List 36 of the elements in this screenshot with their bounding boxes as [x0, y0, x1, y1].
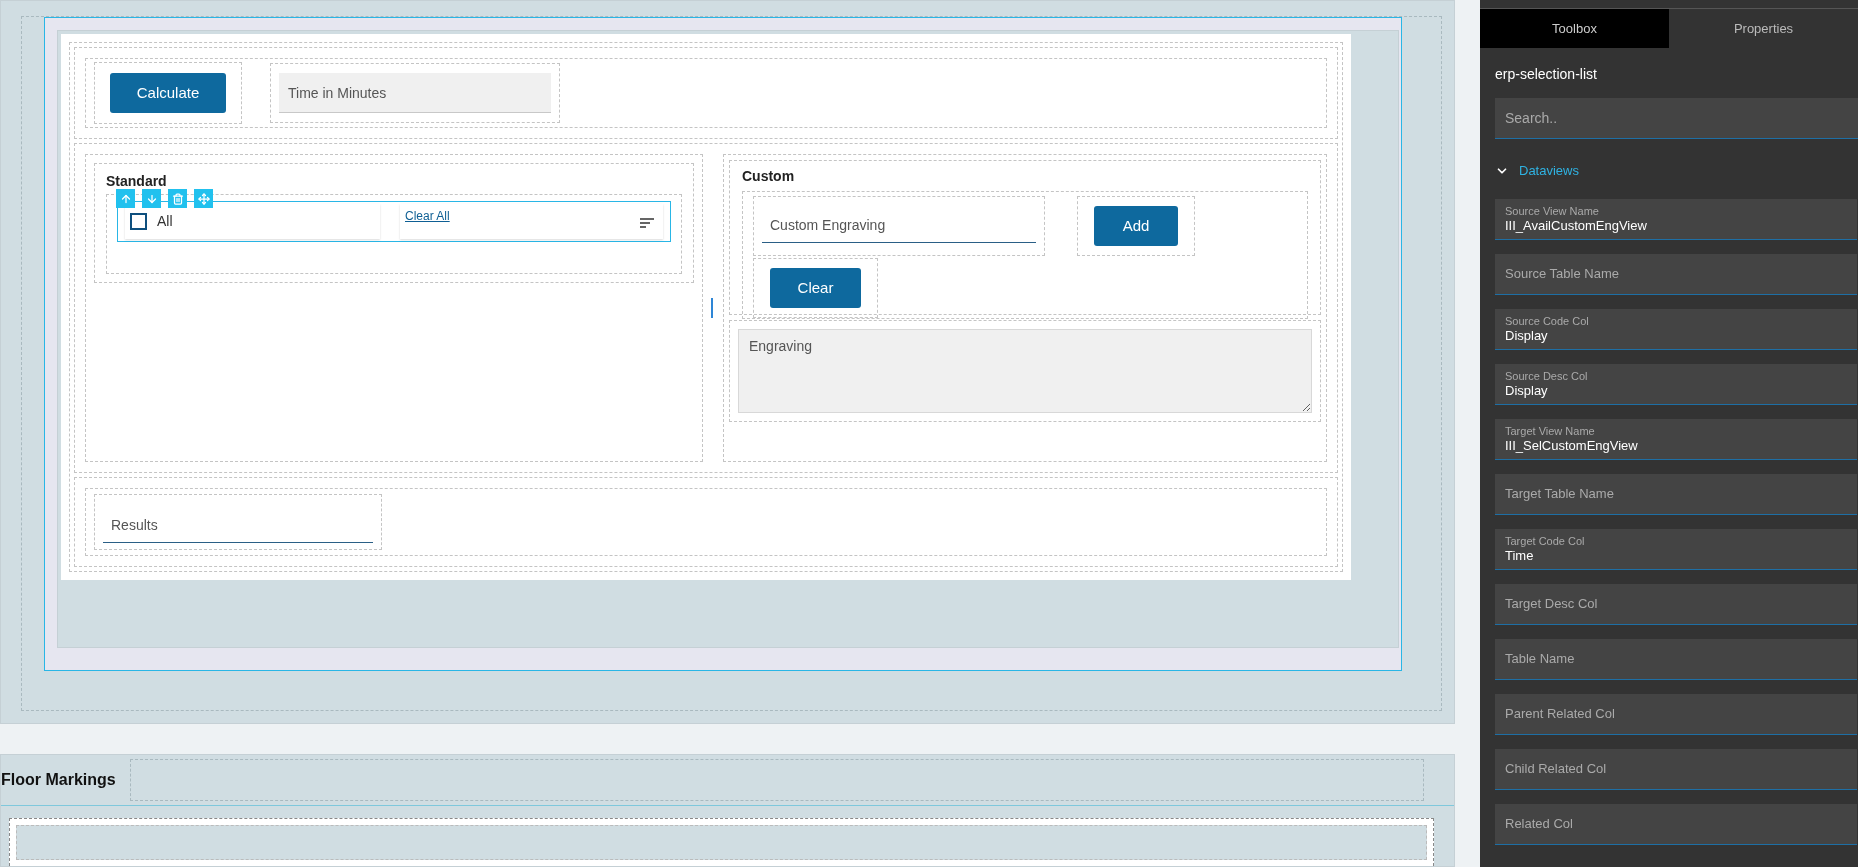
add-button[interactable]: Add	[1094, 206, 1178, 246]
item-label: All	[157, 212, 173, 231]
move-down-icon[interactable]	[142, 189, 161, 208]
property-field[interactable]: Source Code Col Display	[1495, 309, 1857, 350]
panel-tab[interactable]: Toolbox	[1480, 9, 1669, 48]
property-field[interactable]: Target Desc Col	[1495, 584, 1857, 625]
property-field[interactable]: Child Related Col	[1495, 749, 1857, 790]
section-title: Custom	[742, 167, 796, 185]
property-field[interactable]: Target Code Col Time	[1495, 529, 1857, 570]
list-item[interactable]: All	[125, 204, 380, 239]
engraving-textarea[interactable]: Engraving	[738, 329, 1312, 413]
move-up-icon[interactable]	[116, 189, 135, 208]
dataviews-toggle[interactable]: Dataviews	[1495, 161, 1843, 181]
group-label: Dataviews	[1519, 162, 1579, 181]
property-field[interactable]: Target Table Name	[1495, 474, 1857, 515]
calculate-button[interactable]: Calculate	[110, 73, 226, 113]
property-field[interactable]: Target View Name III_SelCustomEngView	[1495, 419, 1857, 460]
property-field[interactable]: Source Desc Col Display	[1495, 364, 1857, 405]
drag-handle-icon[interactable]	[194, 189, 213, 208]
sort-icon[interactable]	[640, 218, 654, 228]
clear-button[interactable]: Clear	[770, 268, 861, 308]
section-title: Floor Markings	[1, 770, 116, 790]
field-frame[interactable]: Custom Engraving	[753, 196, 1045, 256]
field-frame[interactable]: Results	[94, 494, 382, 550]
property-field[interactable]: Parent Related Col	[1495, 694, 1857, 735]
property-field[interactable]: Source View Name III_AvailCustomEngView	[1495, 199, 1857, 240]
property-field[interactable]: Source Table Name	[1495, 254, 1857, 295]
property-field[interactable]: Related Col	[1495, 804, 1857, 845]
checkbox[interactable]	[130, 213, 147, 230]
clear-all-link[interactable]: Clear All	[405, 207, 450, 225]
search-field[interactable]: Search..	[1495, 98, 1858, 139]
component-name: erp-selection-list	[1495, 65, 1598, 84]
section-title: Standard	[106, 172, 168, 190]
delete-icon[interactable]	[168, 189, 187, 208]
time-field[interactable]: Time in Minutes	[279, 73, 551, 113]
property-field[interactable]: Table Name	[1495, 639, 1857, 680]
